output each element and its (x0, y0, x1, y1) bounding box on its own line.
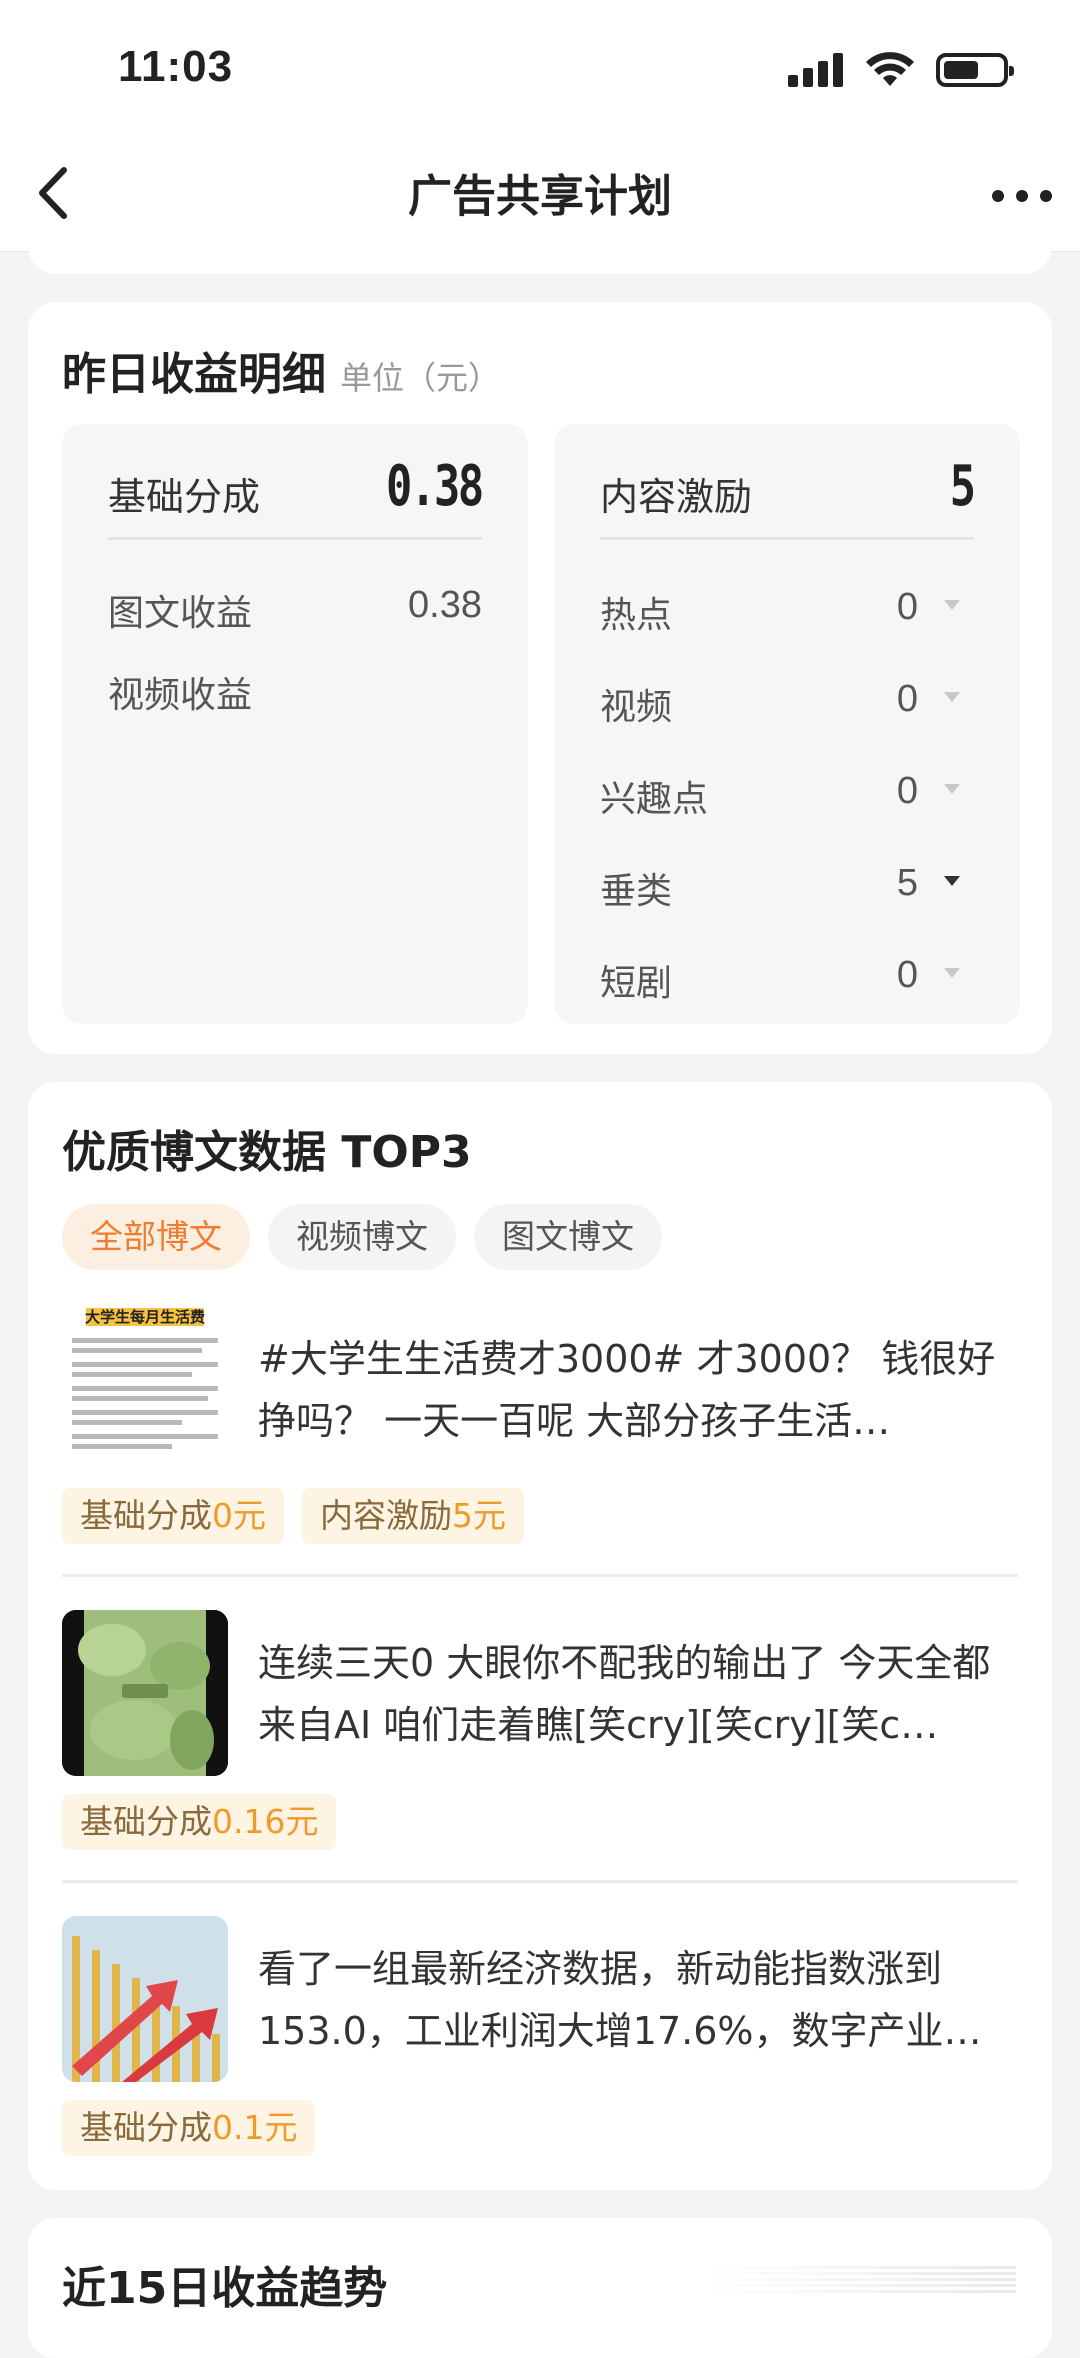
more-options-icon[interactable] (982, 166, 1062, 226)
caret-down-icon[interactable] (944, 692, 960, 702)
post-thumbnail (62, 1610, 228, 1776)
incentive-row-label: 兴趣点 (600, 779, 709, 820)
incentive-row-hotspot[interactable]: 热点 0 (600, 586, 974, 646)
tag-prefix: 基础分成 (80, 2108, 212, 2147)
incentive-row-label: 短剧 (600, 963, 673, 1004)
content-incentive-value: 5 (950, 454, 976, 519)
tag-prefix: 基础分成 (80, 1802, 212, 1841)
caret-down-icon[interactable] (944, 968, 960, 978)
base-share-tag: 基础分成0.16元 (62, 1794, 337, 1850)
divider (62, 1880, 1018, 1883)
trend-range-selector[interactable] (706, 2266, 1016, 2294)
page-title: 广告共享计划 (408, 171, 672, 222)
tag-amount: 0元 (212, 1496, 266, 1535)
post-text: 看了一组最新经济数据，新动能指数涨到153.0，工业利润大增17.6%，数字产业… (258, 1947, 982, 2053)
post-item[interactable]: 连续三天0 大眼你不配我的输出了 今天全都来自AI 咱们走着瞧[笑cry][笑c… (62, 1610, 1018, 1780)
incentive-row-short-drama[interactable]: 短剧 0 (600, 954, 974, 1014)
tag-prefix: 基础分成 (80, 1496, 212, 1535)
top3-posts-card: 优质博文数据 TOP3 全部博文 视频博文 图文博文 大学生每月生活费 #大学生… (28, 1082, 1052, 2190)
base-share-header: 基础分成 0.38 (108, 454, 484, 540)
post-tags: 基础分成0.16元 (62, 1794, 337, 1850)
base-share-panel: 基础分成 0.38 图文收益 0.38 视频收益 (62, 424, 528, 1024)
post-item[interactable]: 看了一组最新经济数据，新动能指数涨到153.0，工业利润大增17.6%，数字产业… (62, 1916, 1018, 2086)
incentive-row-vertical[interactable]: 垂类 5 (600, 862, 974, 922)
tag-amount: 0.16元 (212, 1802, 319, 1841)
incentive-row-label: 热点 (600, 595, 673, 636)
incentive-row-label: 视频 (600, 687, 673, 728)
filter-article-posts[interactable]: 图文博文 (474, 1204, 662, 1270)
base-row-label: 图文收益 (108, 593, 253, 634)
content-incentive-panel: 内容激励 5 热点 0 视频 0 兴趣点 0 垂类 5 短剧 0 (554, 424, 1020, 1024)
base-share-tag: 基础分成0.1元 (62, 2100, 316, 2156)
thumbnail-caption: 大学生每月生活费 (84, 1308, 205, 1326)
base-share-label: 基础分成 (108, 475, 261, 519)
caret-down-icon[interactable] (944, 600, 960, 610)
top3-title: 优质博文数据 TOP3 (62, 1127, 472, 1178)
cellular-signal-icon (788, 53, 843, 87)
base-share-value: 0.38 (386, 454, 484, 519)
previous-card-edge (28, 220, 1052, 274)
earnings-unit: 单位（元） (340, 359, 501, 397)
content-incentive-label: 内容激励 (600, 475, 753, 519)
post-thumbnail: 大学生每月生活费 (62, 1306, 228, 1472)
earnings-trend-card: 近15日收益趋势 (28, 2218, 1052, 2358)
post-thumbnail (62, 1916, 228, 2082)
tag-amount: 5元 (452, 1496, 506, 1535)
base-share-tag: 基础分成0元 (62, 1488, 284, 1544)
divider (62, 1574, 1018, 1577)
content-incentive-tag: 内容激励5元 (302, 1488, 524, 1544)
incentive-row-value: 5 (896, 862, 918, 904)
caret-down-icon[interactable] (944, 876, 960, 886)
post-text: 连续三天0 大眼你不配我的输出了 今天全都来自AI 咱们走着瞧[笑cry][笑c… (258, 1641, 991, 1747)
battery-icon (936, 53, 1014, 87)
incentive-row-value: 0 (896, 770, 918, 812)
base-row-label: 视频收益 (108, 675, 253, 716)
base-row-article: 图文收益 0.38 (108, 584, 482, 644)
incentive-row-label: 垂类 (600, 871, 673, 912)
yesterday-earnings-card: 昨日收益明细 单位（元） 基础分成 0.38 图文收益 0.38 视频收益 内容激… (28, 302, 1052, 1054)
post-tags: 基础分成0元 内容激励5元 (62, 1488, 524, 1544)
post-filter-tabs: 全部博文 视频博文 图文博文 (62, 1204, 662, 1270)
base-row-value: 0.38 (408, 584, 482, 626)
incentive-row-value: 0 (896, 586, 918, 628)
incentive-row-value: 0 (896, 678, 918, 720)
tag-prefix: 内容激励 (320, 1496, 452, 1535)
post-item[interactable]: 大学生每月生活费 #大学生生活费才3000# 才3000？ 钱很好挣吗？ 一天一… (62, 1306, 1018, 1496)
trend-title: 近15日收益趋势 (62, 2263, 388, 2314)
filter-video-posts[interactable]: 视频博文 (268, 1204, 456, 1270)
earnings-title-text: 昨日收益明细 (62, 349, 326, 400)
caret-down-icon[interactable] (944, 784, 960, 794)
post-text: #大学生生活费才3000# 才3000？ 钱很好挣吗？ 一天一百呢 大部分孩子生… (258, 1337, 996, 1443)
earnings-title: 昨日收益明细 单位（元） (62, 338, 500, 402)
post-tags: 基础分成0.1元 (62, 2100, 316, 2156)
incentive-row-value: 0 (896, 954, 918, 996)
incentive-row-interest[interactable]: 兴趣点 0 (600, 770, 974, 830)
filter-all-posts[interactable]: 全部博文 (62, 1204, 250, 1270)
content-incentive-header: 内容激励 5 (600, 454, 976, 540)
base-row-video: 视频收益 (108, 666, 482, 726)
wifi-icon (866, 52, 914, 86)
status-icons (788, 52, 1014, 88)
tag-amount: 0.1元 (212, 2108, 298, 2147)
incentive-row-video[interactable]: 视频 0 (600, 678, 974, 738)
status-bar: 11:03 (0, 0, 1080, 140)
status-time: 11:03 (118, 42, 234, 91)
